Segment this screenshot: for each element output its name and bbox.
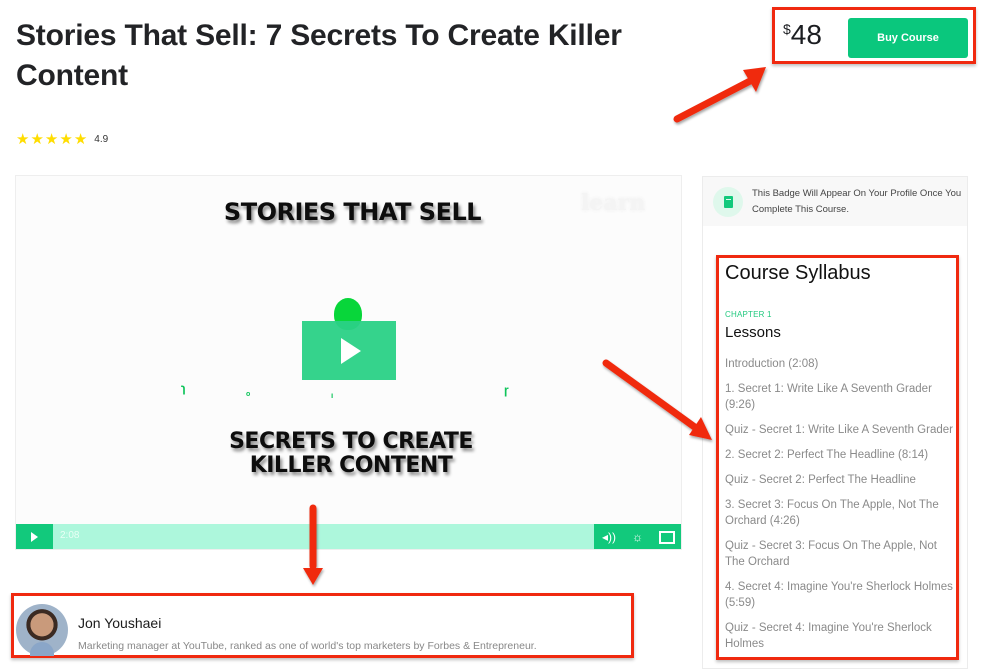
star-icon: ★ [59, 131, 73, 148]
badge-icon-wrapper [713, 187, 743, 217]
course-price: $48 [783, 20, 822, 50]
lesson-list: Introduction (2:08) 1. Secret 1: Write L… [725, 356, 955, 657]
course-rating: ★ ★ ★ ★ ★ 4.9 [16, 132, 108, 147]
star-icon: ★ [44, 131, 59, 148]
lesson-item[interactable]: 4. Secret 4: Imagine You're Sherlock Hol… [725, 579, 955, 611]
confetti-graphic: ı [331, 391, 334, 400]
rating-value: 4.9 [94, 134, 109, 145]
lesson-item[interactable]: Quiz - Secret 2: Perfect The Headline [725, 472, 955, 488]
star-icon: ★ [73, 131, 88, 148]
purchase-box: $48 Buy Course [772, 7, 976, 64]
play-icon [31, 532, 38, 542]
notebook-icon [723, 196, 733, 208]
control-buttons: ◂)) ☼ [594, 524, 681, 549]
lesson-item[interactable]: 1. Secret 1: Write Like A Seventh Grader… [725, 381, 955, 413]
instructor-avatar [16, 604, 68, 656]
course-title: Stories That Sell: 7 Secrets To Create K… [16, 19, 622, 92]
instructor-bio: Marketing manager at YouTube, ranked as … [78, 640, 537, 652]
video-controls: 2:08 ◂)) ☼ [16, 524, 681, 549]
confetti-graphic: ɿ [181, 381, 186, 395]
volume-icon[interactable]: ◂)) [602, 530, 616, 544]
lesson-item[interactable]: Quiz - Secret 3: Focus On The Apple, Not… [725, 538, 955, 570]
star-icon: ★ [16, 131, 30, 148]
lesson-item[interactable]: 2. Secret 2: Perfect The Headline (8:14) [725, 447, 955, 463]
video-duration: 2:08 [60, 530, 80, 541]
course-syllabus: Course Syllabus CHAPTER 1 Lessons Introd… [716, 255, 959, 660]
confetti-graphic: ɼ [504, 383, 509, 397]
instructor-card: Jon Youshaei Marketing manager at YouTub… [11, 593, 634, 658]
video-overlay-subtitle: SECRETS TO CREATE KILLER CONTENT [229, 429, 473, 478]
video-watermark: learn [581, 190, 646, 216]
lesson-item[interactable]: Quiz - Secret 1: Write Like A Seventh Gr… [725, 422, 955, 438]
video-player[interactable]: STORIES THAT SELL learn ɿ o ı ɼ SECRETS … [15, 175, 682, 550]
chapter-name: Lessons [725, 324, 781, 341]
big-play-button[interactable] [302, 321, 396, 380]
lesson-item[interactable]: 3. Secret 3: Focus On The Apple, Not The… [725, 497, 955, 529]
settings-icon[interactable]: ☼ [632, 530, 643, 544]
star-icon: ★ [30, 131, 44, 148]
lesson-item[interactable]: Quiz - Secret 4: Imagine You're Sherlock… [725, 620, 955, 652]
confetti-graphic: o [246, 391, 251, 398]
badge-notice: This Badge Will Appear On Your Profile O… [703, 177, 967, 226]
currency-symbol: $ [783, 21, 791, 37]
play-icon [341, 337, 361, 364]
lesson-item[interactable]: Introduction (2:08) [725, 356, 955, 372]
control-play-button[interactable] [16, 524, 53, 549]
chapter-label: CHAPTER 1 [725, 310, 772, 319]
price-value: 48 [790, 19, 822, 50]
fullscreen-icon[interactable] [658, 530, 675, 544]
instructor-name[interactable]: Jon Youshaei [78, 615, 161, 631]
syllabus-title: Course Syllabus [725, 262, 871, 284]
buy-course-button[interactable]: Buy Course [848, 18, 968, 58]
badge-text: This Badge Will Appear On Your Profile O… [752, 188, 962, 215]
